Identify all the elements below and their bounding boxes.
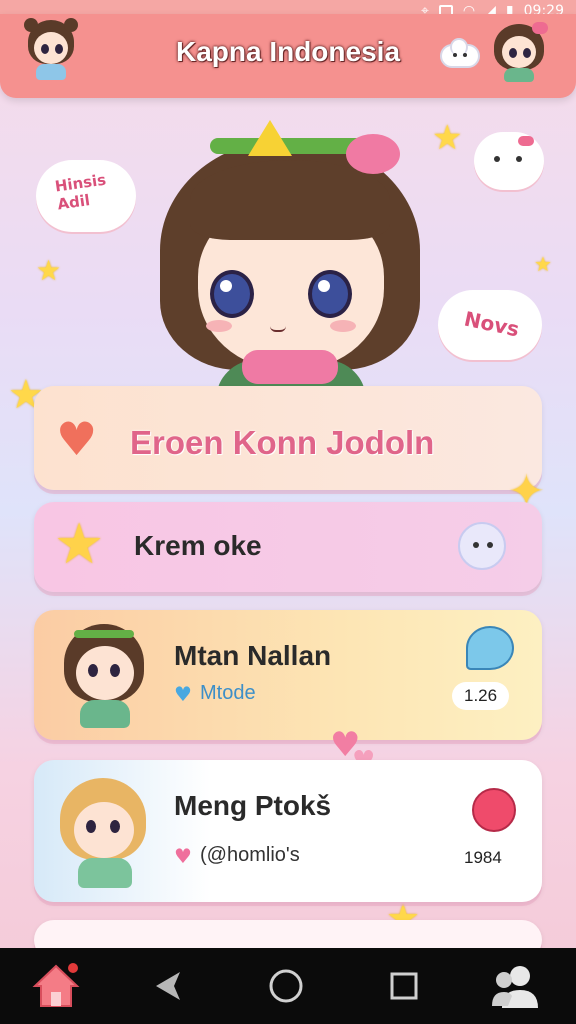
chat-2-bubble-icon [472,788,516,832]
home-icon[interactable] [26,958,86,1014]
recents-icon[interactable] [374,958,434,1014]
system-nav-bar [0,948,576,1024]
chat-1-subtitle: Mtode [200,682,256,704]
cloud-right-text: Novs [462,306,522,342]
speech-cloud-face [474,132,544,190]
star-icon: ★ [534,252,552,276]
hero-character [150,120,430,430]
primary-card[interactable]: ♥ Eroen Konn Jodoln [34,386,542,490]
profile-icon[interactable] [486,958,546,1014]
chat-2-subtitle: (@homlio's [200,844,300,866]
cloud-chat-icon[interactable] [440,38,480,68]
chat-2-name: Meng Ptokš [174,790,332,821]
speech-cloud-left: Hinsis Adil [36,160,136,232]
chat-2-count: 1984 [452,844,514,872]
second-card-label: Krem oke [134,530,262,561]
star-icon: ★ [432,118,463,158]
primary-card-label: Eroen Konn Jodoln [130,424,435,461]
chat-1-heart-icon: ♥ [174,682,192,706]
bubble-face-icon[interactable] [458,522,506,570]
second-card[interactable]: ★ Krem oke [34,502,542,592]
heart-icon: ♥ [56,412,98,466]
circle-home-icon[interactable] [256,958,316,1014]
chat-1-name: Mtan Nallan [174,640,332,671]
back-icon[interactable] [138,958,198,1014]
star-icon: ★ [36,254,62,287]
chat-avatar-2 [52,778,158,888]
chat-avatar-1 [54,624,154,728]
app-bar: Kapna Indonesia [0,14,576,98]
chat-card-1[interactable]: Mtan Nallan ♥ Mtode 1.26 [34,610,542,740]
friend-avatar[interactable] [488,20,550,82]
chat-2-heart-icon: ♥ [174,844,192,868]
chat-1-bubble-icon [466,626,514,670]
cloud-left-text: Hinsis Adil [53,170,108,214]
speech-cloud-right: Novs [438,290,542,360]
star-face-icon: ★ [54,512,105,577]
chat-card-2[interactable]: Meng Ptokš ♥ (@homlio's 1984 [34,760,542,902]
chat-1-count: 1.26 [452,682,510,710]
